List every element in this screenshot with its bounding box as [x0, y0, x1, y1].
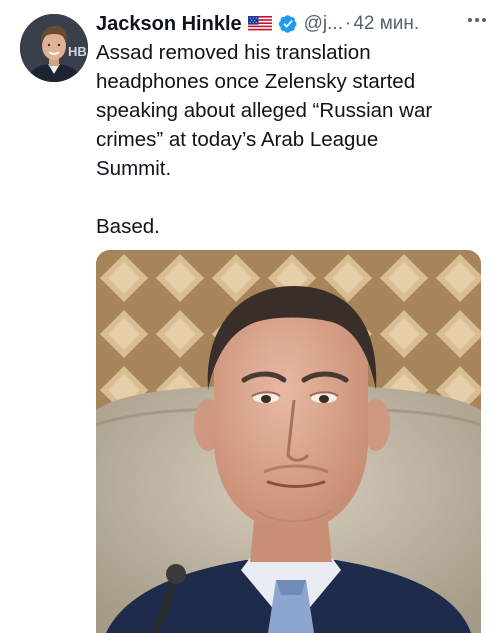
more-options-icon[interactable] — [462, 10, 492, 30]
tweet-timestamp[interactable]: 42 мин. — [353, 13, 419, 35]
tweet-text-line: headphones once Zelensky started — [96, 70, 416, 93]
tweet: HB Jackson Hinkle @j... · 42 мин. Assad … — [0, 0, 504, 633]
avatar[interactable]: HB — [20, 14, 88, 82]
tweet-text-line: crimes” at today’s Arab League — [96, 128, 379, 151]
tweet-header: Jackson Hinkle @j... · 42 мин. — [96, 10, 496, 38]
tweet-text: Assad removed his translation headphones… — [96, 38, 496, 241]
tweet-text-line: Summit. — [96, 157, 172, 180]
author-display-name[interactable]: Jackson Hinkle — [96, 13, 242, 36]
us-flag-icon — [247, 16, 272, 32]
tweet-text-line: Assad removed his translation — [96, 41, 371, 64]
separator-dot: · — [344, 13, 352, 34]
avatar-backdrop-text: HB — [68, 44, 87, 59]
tweet-media-image[interactable] — [96, 250, 481, 633]
author-handle[interactable]: @j... — [304, 13, 343, 35]
verified-badge-icon[interactable] — [278, 14, 298, 34]
tweet-text-line: Based. — [96, 215, 160, 238]
tweet-text-line: speaking about alleged “Russian war — [96, 99, 433, 122]
